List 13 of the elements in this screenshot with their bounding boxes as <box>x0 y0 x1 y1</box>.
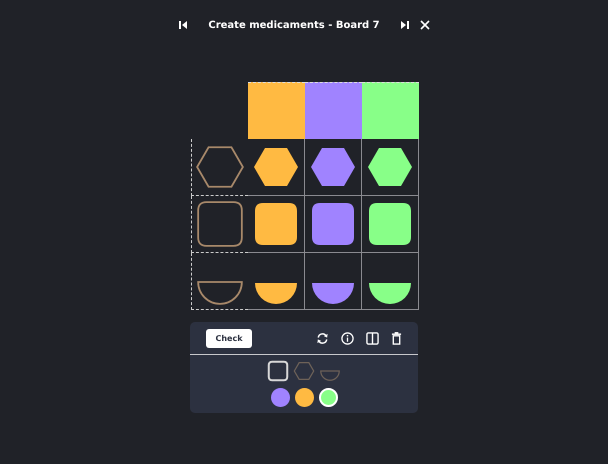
color-swatch[interactable] <box>270 388 290 407</box>
color-swatch[interactable] <box>318 388 338 407</box>
info-icon[interactable] <box>341 332 354 344</box>
trash-icon[interactable] <box>391 332 402 344</box>
close-icon[interactable] <box>420 20 430 30</box>
square-shape-option[interactable] <box>267 360 289 382</box>
skip-forward-icon[interactable] <box>400 20 410 30</box>
skip-back-icon[interactable] <box>178 20 188 30</box>
color-swatch[interactable] <box>294 388 314 407</box>
check-button[interactable]: Check <box>206 328 252 348</box>
split-view-icon[interactable] <box>366 332 379 344</box>
refresh-icon[interactable] <box>316 332 329 344</box>
board-title: Create medicaments - Board 7 <box>208 20 380 30</box>
